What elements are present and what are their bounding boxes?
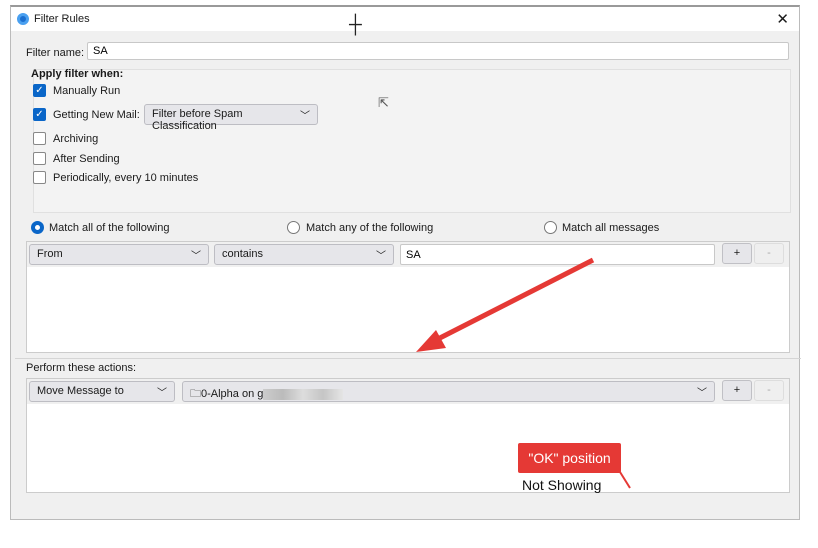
red-arrowhead <box>416 330 446 352</box>
not-showing-note: Not Showing <box>522 477 602 493</box>
annotation-overlay <box>416 257 631 489</box>
small-red-arrow <box>619 471 631 489</box>
red-arrow <box>430 257 595 345</box>
ok-position-callout: "OK" position <box>518 443 621 473</box>
